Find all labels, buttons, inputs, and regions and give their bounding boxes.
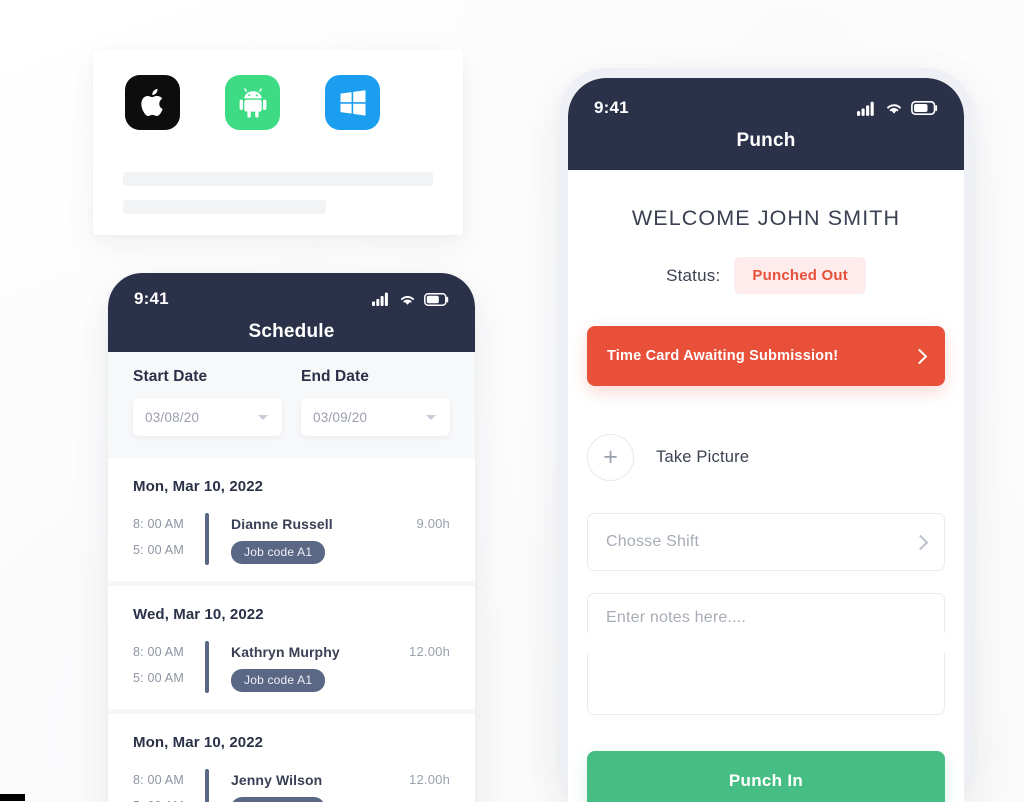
schedule-group-date: Wed, Mar 10, 2022 [133, 606, 264, 623]
schedule-entry-details: Dianne Russell Job code A1 [231, 511, 416, 564]
cellular-signal-icon [372, 292, 388, 306]
platform-availability-card [93, 50, 463, 235]
notes-input-body[interactable] [587, 653, 945, 715]
schedule-entry-accent-bar [205, 769, 209, 802]
wifi-icon [887, 104, 901, 114]
schedule-list: Mon, Mar 10, 2022 8: 00 AM 5: 00 AM Dian… [108, 458, 475, 802]
schedule-entry-times: 8: 00 AM 5: 00 AM [133, 639, 201, 691]
placeholder-bar-secondary [123, 200, 326, 214]
punch-content: WELCOME JOHN SMITH Status: Punched Out T… [568, 206, 964, 802]
status-bar-time: 9:41 [134, 289, 169, 308]
schedule-employee-name: Jenny Wilson [231, 772, 323, 788]
platform-icon-row [125, 75, 380, 130]
start-date-value: 03/08/20 [145, 409, 200, 425]
schedule-group[interactable]: Mon, Mar 10, 2022 8: 00 AM 5: 00 AM Jenn… [108, 714, 475, 802]
schedule-entry-accent-bar [205, 513, 209, 565]
schedule-entry-hours: 9.00h [416, 516, 450, 531]
start-date-filter: Start Date 03/08/20 [133, 368, 282, 436]
job-code-badge: Job code A1 [231, 797, 326, 802]
battery-icon [911, 101, 938, 115]
punch-in-button[interactable]: Punch In [587, 751, 945, 802]
punch-status-bar: 9:41 [568, 86, 964, 130]
battery-icon [424, 292, 449, 306]
take-picture-label: Take Picture [656, 448, 750, 466]
wifi-icon [400, 295, 415, 305]
schedule-entry-row[interactable]: 8: 00 AM 5: 00 AM Jenny Wilson Job code … [133, 767, 450, 802]
choose-shift-select[interactable]: Chosse Shift [587, 513, 945, 571]
schedule-group[interactable]: Wed, Mar 10, 2022 8: 00 AM 5: 00 AM Kath… [108, 586, 475, 714]
plus-icon[interactable]: + [587, 434, 634, 481]
punch-phone-mockup: 9:41 Punch WELCOME JOHN SMITH Status: Pu… [568, 78, 964, 802]
schedule-group[interactable]: Mon, Mar 10, 2022 8: 00 AM 5: 00 AM Dian… [108, 458, 475, 586]
android-logo-icon[interactable] [225, 75, 280, 130]
schedule-entry-hours: 12.00h [409, 772, 450, 787]
take-picture-row[interactable]: + Take Picture [587, 434, 945, 481]
cellular-signal-icon [857, 101, 874, 116]
schedule-entry-times: 8: 00 AM 5: 00 AM [133, 767, 201, 802]
schedule-phone-mockup: 9:41 Schedule Start Date 03/08/20 End Da… [108, 273, 475, 802]
schedule-nav-title: Schedule [248, 321, 335, 342]
timecard-alert-text: Time Card Awaiting Submission! [607, 348, 839, 364]
status-badge: Punched Out [734, 257, 866, 294]
punch-phone-header: 9:41 Punch [568, 78, 964, 170]
status-bar-icons [372, 292, 449, 306]
schedule-employee-name: Dianne Russell [231, 516, 333, 532]
schedule-group-date: Mon, Mar 10, 2022 [133, 478, 264, 495]
corner-marker [0, 794, 25, 801]
schedule-entry-row[interactable]: 8: 00 AM 5: 00 AM Dianne Russell Job cod… [133, 511, 450, 565]
schedule-group-date: Mon, Mar 10, 2022 [133, 734, 264, 751]
punch-status-row: Status: Punched Out [587, 257, 945, 294]
notes-input[interactable]: Enter notes here.... [587, 593, 945, 633]
windows-logo-icon[interactable] [325, 75, 380, 130]
chevron-down-icon [426, 414, 436, 420]
schedule-entry-details: Jenny Wilson Job code A1 [231, 767, 409, 802]
schedule-start-time: 8: 00 AM [133, 773, 184, 787]
screenshot-stage: 9:41 Schedule Start Date 03/08/20 End Da… [0, 0, 1024, 802]
end-date-filter: End Date 03/09/20 [301, 368, 450, 436]
placeholder-bar-primary [123, 172, 433, 186]
apple-logo-icon[interactable] [125, 75, 180, 130]
timecard-alert-banner[interactable]: Time Card Awaiting Submission! [587, 326, 945, 386]
job-code-badge: Job code A1 [231, 669, 326, 692]
start-date-label: Start Date [133, 368, 208, 385]
schedule-entry-hours: 12.00h [409, 644, 450, 659]
job-code-badge: Job code A1 [231, 541, 326, 564]
schedule-start-time: 8: 00 AM [133, 645, 184, 659]
status-bar-time: 9:41 [594, 98, 629, 117]
end-date-value: 03/09/20 [313, 409, 368, 425]
end-date-label: End Date [301, 368, 369, 385]
schedule-status-bar: 9:41 [108, 277, 475, 321]
schedule-end-time: 5: 00 AM [133, 543, 184, 557]
schedule-employee-name: Kathryn Murphy [231, 644, 340, 660]
chevron-right-icon [911, 348, 928, 364]
schedule-phone-header: 9:41 Schedule [108, 273, 475, 352]
welcome-heading: WELCOME JOHN SMITH [631, 206, 901, 230]
punch-nav-title: Punch [736, 130, 796, 151]
chevron-right-icon [912, 534, 929, 550]
schedule-end-time: 5: 00 AM [133, 793, 201, 802]
schedule-entry-times: 8: 00 AM 5: 00 AM [133, 511, 201, 563]
start-date-select[interactable]: 03/08/20 [133, 398, 282, 436]
schedule-date-filters: Start Date 03/08/20 End Date 03/09/20 [108, 352, 475, 458]
notes-placeholder: Enter notes here.... [606, 609, 747, 626]
schedule-start-time: 8: 00 AM [133, 517, 184, 531]
end-date-select[interactable]: 03/09/20 [301, 398, 450, 436]
status-label: Status: [666, 265, 721, 285]
schedule-end-time: 5: 00 AM [133, 671, 184, 685]
schedule-entry-details: Kathryn Murphy Job code A1 [231, 639, 409, 692]
schedule-entry-accent-bar [205, 641, 209, 693]
schedule-entry-row[interactable]: 8: 00 AM 5: 00 AM Kathryn Murphy Job cod… [133, 639, 450, 693]
status-bar-icons [857, 101, 938, 116]
choose-shift-placeholder: Chosse Shift [606, 533, 700, 550]
chevron-down-icon [257, 414, 268, 420]
